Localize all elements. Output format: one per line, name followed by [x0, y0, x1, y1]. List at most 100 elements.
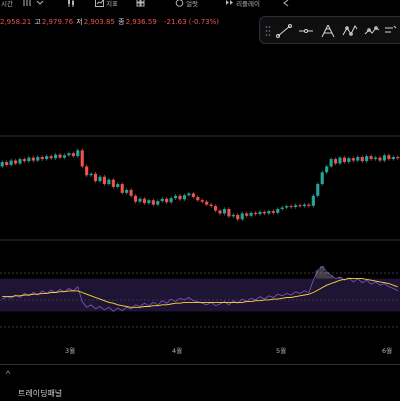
horizontal-line-icon[interactable] [297, 22, 315, 40]
candle [174, 195, 178, 199]
candle [298, 205, 302, 207]
candle [369, 156, 373, 160]
candle [245, 213, 249, 216]
candle [200, 200, 204, 202]
candle [382, 155, 386, 161]
x-axis-label: 4월 [172, 347, 183, 355]
candle [329, 159, 333, 167]
close-value: 2,936.59 [125, 18, 157, 26]
candle [182, 195, 186, 200]
candle [227, 209, 231, 217]
candle [62, 155, 66, 158]
candle [231, 214, 235, 217]
candle [9, 160, 13, 165]
candle [387, 155, 391, 160]
indicators-label: 지표 [106, 0, 119, 8]
drag-handle-icon[interactable] [265, 25, 271, 37]
candle [196, 196, 200, 201]
replay-icon [226, 0, 233, 5]
interval-button[interactable]: 시간 [1, 0, 13, 8]
chart-type-button[interactable] [35, 0, 45, 9]
drawing-toolbar [259, 16, 400, 44]
chart-toolbar: 시간 지표 얼럿 리플레이 [0, 0, 289, 10]
candle [54, 154, 58, 159]
candle [205, 201, 209, 205]
templates-button[interactable] [136, 0, 145, 9]
alert-button[interactable]: 얼럿 [175, 0, 198, 8]
candle [316, 184, 320, 196]
candle [342, 157, 346, 163]
trading-panel-tab[interactable]: 트레이딩패널 [18, 388, 62, 399]
candle [18, 159, 22, 164]
pitchfork-icon[interactable] [319, 22, 337, 40]
candle [240, 213, 244, 220]
candle [49, 156, 53, 159]
candle [214, 206, 218, 211]
candles-button[interactable] [66, 0, 76, 9]
path-icon[interactable] [363, 22, 381, 40]
candle [22, 159, 26, 162]
candle [289, 206, 293, 208]
candle [67, 153, 71, 156]
candle [89, 173, 93, 176]
change-value: -21.63 (-0.73%) [163, 18, 219, 26]
candle [378, 157, 382, 161]
candle [5, 162, 9, 165]
candle [40, 157, 44, 160]
alert-label: 얼럿 [186, 0, 199, 8]
candle [191, 193, 195, 197]
candle [134, 195, 138, 202]
candle [347, 158, 351, 163]
candle [129, 189, 133, 196]
candle [262, 211, 266, 214]
grid-icon [136, 0, 145, 7]
low-value: 2,903.85 [83, 18, 115, 26]
candle [116, 184, 120, 187]
candle [36, 157, 40, 161]
candle [334, 159, 338, 164]
pattern-icon[interactable] [341, 22, 359, 40]
candle [236, 214, 240, 220]
resize-handle-icon[interactable] [0, 365, 400, 381]
candle [391, 157, 395, 160]
candle [160, 198, 164, 202]
candle [374, 157, 378, 160]
candle [258, 211, 262, 215]
undo-button[interactable] [282, 0, 291, 9]
candle [222, 209, 226, 214]
candle [27, 157, 31, 162]
indicators-icon [95, 0, 104, 7]
candle [396, 157, 400, 159]
candle [31, 157, 35, 161]
trend-line-icon[interactable] [275, 22, 293, 40]
indicators-button[interactable]: 지표 [95, 0, 118, 8]
replay-button[interactable]: 리플레이 [225, 0, 260, 8]
candle [76, 150, 80, 157]
candle [218, 210, 222, 214]
candle [285, 206, 289, 208]
candle [80, 150, 84, 167]
bar-style-button[interactable] [22, 0, 32, 9]
candle [271, 211, 275, 213]
chevron-down-icon [36, 0, 44, 5]
candle [0, 162, 4, 167]
text-icon[interactable] [383, 22, 400, 40]
undo-icon [283, 0, 289, 7]
candle [338, 157, 342, 164]
high-value: 2,979.76 [41, 18, 74, 26]
candle [98, 176, 102, 182]
candle [356, 157, 360, 161]
candle [125, 189, 129, 193]
price-chart[interactable] [0, 44, 400, 344]
candle [276, 209, 280, 213]
candle [107, 179, 111, 185]
candle [267, 211, 271, 214]
candle [302, 204, 306, 207]
candle [94, 173, 98, 182]
candle [320, 172, 324, 185]
candle [102, 176, 106, 185]
candles-icon [68, 0, 74, 7]
open-value: 2,958.21 [0, 18, 32, 26]
candle [14, 160, 18, 164]
x-axis-label: 5월 [276, 347, 287, 355]
